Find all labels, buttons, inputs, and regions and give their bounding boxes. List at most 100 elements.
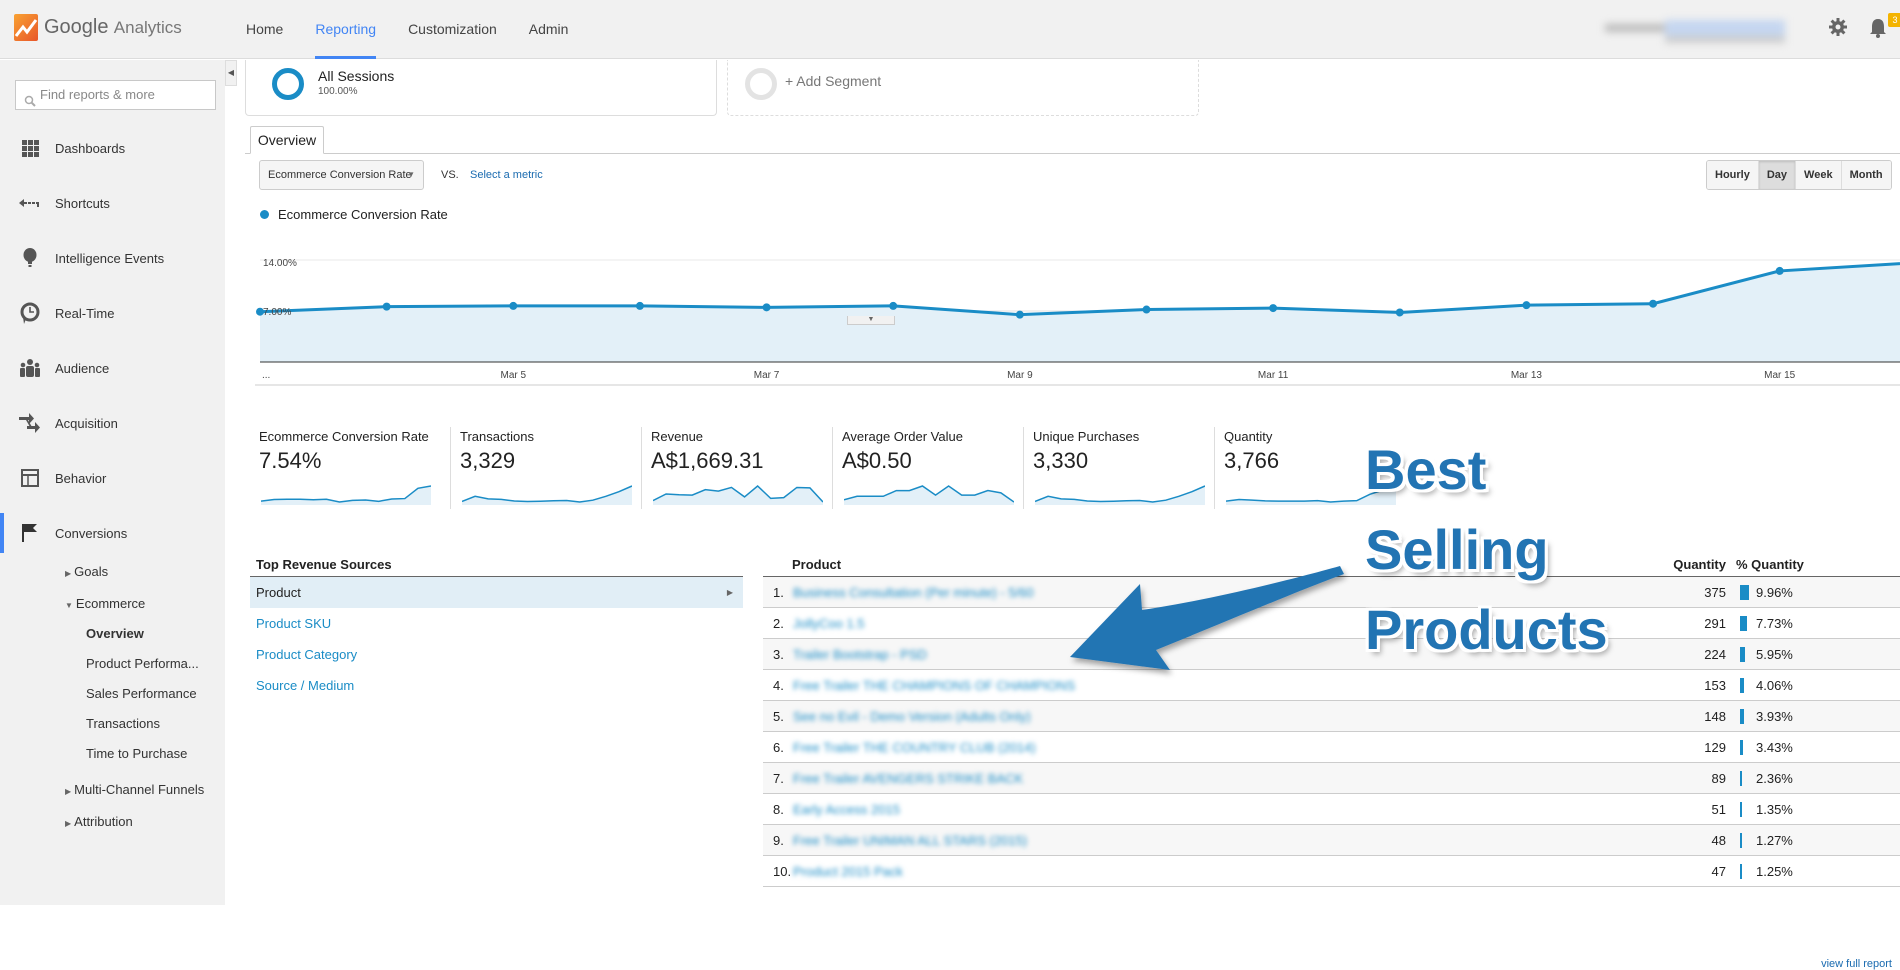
product-name-link[interactable]: Trailer Bootstrap - PSD [793,647,927,662]
main-nav: Home Reporting Customization Admin [230,0,584,59]
period-day[interactable]: Day [1757,161,1796,189]
active-indicator [0,513,4,553]
sidebar-item-time-to-purchase[interactable]: Time to Purchase [86,746,187,761]
kpi-tile[interactable]: Unique Purchases 3,330 [1023,427,1214,509]
annotation-arrow-icon [1070,566,1344,670]
chart-resize-handle[interactable]: ▼ [847,316,895,325]
row-index: 4. [773,678,784,693]
table-row: 8. Early Access 2015 51 1.35% [763,794,1900,825]
nav-admin[interactable]: Admin [513,0,585,59]
row-index: 10. [773,864,792,879]
sidebar-item-attribution[interactable]: ▶ Attribution [65,814,133,829]
product-name-link[interactable]: Free Trailer UNIMAN ALL STARS (2015) [793,833,1027,848]
add-segment-button[interactable]: + Add Segment [727,60,1199,116]
product-name-link[interactable]: Business Consultation (Per minute) - 5/6… [793,585,1034,600]
product-name-link[interactable]: Product 2015 Pack [793,864,903,879]
caret-right-icon: ▶ [65,787,72,796]
sidebar-item-audience[interactable]: Audience [0,353,225,383]
clock-icon [19,302,41,324]
pct-bar [1740,647,1746,662]
pct-bar [1740,771,1743,786]
sidebar-item-product-performance[interactable]: Product Performa... [86,656,199,671]
gear-icon[interactable] [1828,17,1852,41]
product-quantity: 89 [1711,771,1726,786]
account-selector[interactable] [1605,14,1805,46]
view-full-report-link[interactable]: view full report [1821,958,1892,970]
sidebar-item-real-time[interactable]: Real-Time [0,298,225,328]
sidebar-label: Dashboards [55,140,126,156]
y-tick-label: 14.00% [263,258,297,269]
dashboards-icon [19,137,41,159]
data-point [1142,305,1151,314]
sidebar-item-conversions[interactable]: Conversions [0,513,225,553]
tab-overview[interactable]: Overview [250,126,324,154]
product-name-link[interactable]: Free Trailer AVENGERS STRIKE BACK [793,771,1023,786]
kpi-tile[interactable]: Ecommerce Conversion Rate 7.54% [259,427,450,509]
sidebar-item-behavior[interactable]: Behavior [0,463,225,493]
chevron-down-icon: ▼ [407,170,415,179]
sidebar-item-sales-performance[interactable]: Sales Performance [86,686,197,701]
product-quantity: 51 [1711,802,1726,817]
product-pct-quantity: 1.27% [1756,833,1793,848]
main-content: All Sessions 100.00% + Add Segment Overv… [240,60,1900,970]
arrows-icon [19,412,41,434]
column-quantity[interactable]: Quantity [1668,557,1726,572]
sidebar-item-acquisition[interactable]: Acquisition [0,408,225,438]
source-medium[interactable]: Source / Medium [250,670,743,701]
product-quantity: 47 [1711,864,1726,879]
top-revenue-sources: Top Revenue Sources Product ▶ Product SKU… [250,557,743,701]
kpi-name: Revenue [651,429,704,444]
sparkline-area [653,486,823,505]
product-name-link[interactable]: Free Trailer THE COUNTRY CLUB (2014) [793,740,1036,755]
people-icon [19,357,41,379]
metric-dropdown[interactable]: Ecommerce Conversion Rate ▼ [259,160,424,190]
period-hourly[interactable]: Hourly [1707,161,1758,189]
source-product-sku[interactable]: Product SKU [250,608,743,639]
sidebar-item-ecommerce-overview[interactable]: Overview [86,626,144,641]
annotation-line: Best [1365,438,1487,501]
kpi-value: 3,330 [1033,448,1089,473]
product-pct-quantity: 7.73% [1756,616,1793,631]
segment-all-sessions[interactable]: All Sessions 100.00% [245,60,717,116]
source-product-category[interactable]: Product Category [250,639,743,670]
conversion-rate-chart[interactable]: 14.00% 7.00%... Mar 5 Mar 7 Mar 9 Mar 11 Mar 1… [255,225,1900,425]
product-quantity: 153 [1704,678,1726,693]
sidebar-item-shortcuts[interactable]: Shortcuts [0,188,225,218]
row-index: 2. [773,616,784,631]
pct-bar [1740,678,1744,693]
sidebar-item-intelligence-events[interactable]: Intelligence Events [0,243,225,273]
kpi-sparkline [261,485,431,505]
product-name-link[interactable]: Free Trailer THE CHAMPIONS OF CHAMPIONS [793,678,1075,693]
annotation-line: Selling [1365,518,1549,581]
nav-reporting[interactable]: Reporting [299,0,392,59]
sidebar-item-goals[interactable]: ▶ Goals [65,564,108,579]
product-name-link[interactable]: JollyCoo 1.5 [793,616,865,631]
source-product[interactable]: Product ▶ [250,577,743,608]
google-analytics-logo[interactable]: Google Analytics [14,14,182,41]
sidebar-item-ecommerce[interactable]: ▼ Ecommerce [65,596,145,611]
select-metric-link[interactable]: Select a metric [470,169,543,181]
sidebar-item-multi-channel-funnels[interactable]: ▶ Multi-Channel Funnels [65,782,204,797]
caret-right-icon: ▶ [65,569,72,578]
sidebar-item-transactions[interactable]: Transactions [86,716,160,731]
period-month[interactable]: Month [1840,161,1891,189]
kpi-tile[interactable]: Average Order Value A$0.50 [832,427,1023,509]
row-index: 5. [773,709,784,724]
product-name-link[interactable]: See no Evil - Demo Version (Adults Only) [793,709,1031,724]
tabs-divider [245,153,1900,154]
nav-home[interactable]: Home [230,0,299,59]
nav-customization[interactable]: Customization [392,0,513,59]
kpi-tile[interactable]: Revenue A$1,669.31 [641,427,832,509]
pct-bar [1740,709,1744,724]
sidebar-label: Conversions [55,525,128,541]
data-point [1395,308,1404,317]
sidebar-item-dashboards[interactable]: Dashboards [0,133,225,163]
product-name-link[interactable]: Early Access 2015 [793,802,900,817]
collapse-sidebar-button[interactable]: ◀ [225,60,237,86]
kpi-tile[interactable]: Transactions 3,329 [450,427,641,509]
period-week[interactable]: Week [1795,161,1841,189]
x-tick-label: Mar 5 [501,370,527,381]
find-reports-input[interactable]: Find reports & more [15,80,216,110]
data-point [762,303,771,312]
data-point [1269,304,1278,313]
